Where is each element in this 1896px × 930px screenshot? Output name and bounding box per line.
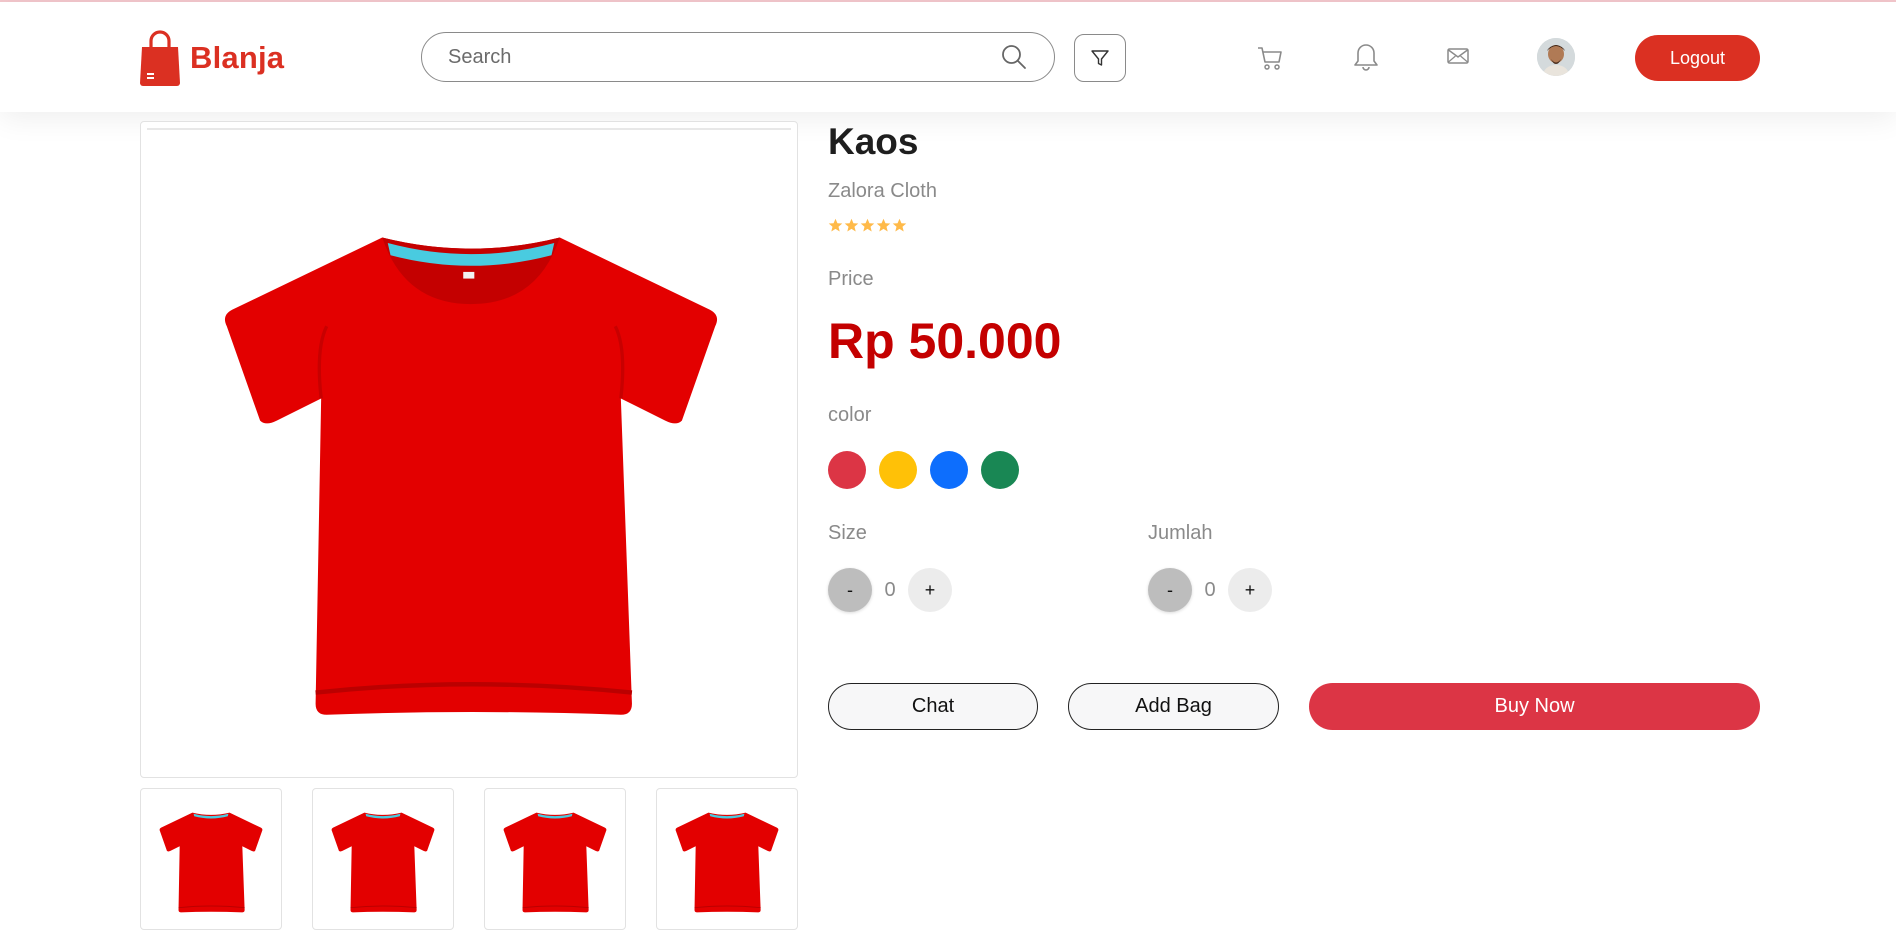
logout-button[interactable]: Logout <box>1635 35 1760 81</box>
color-swatches <box>828 451 1019 489</box>
avatar[interactable] <box>1537 38 1575 76</box>
star-icon <box>828 218 843 232</box>
image-top-divider <box>147 128 791 130</box>
price-label: Price <box>828 268 874 290</box>
navbar: Blanja Search Logout <box>0 2 1896 112</box>
color-swatch-yellow[interactable] <box>879 451 917 489</box>
search-bar <box>421 32 1055 82</box>
size-decrement-button[interactable]: - <box>828 568 872 612</box>
shopping-bag-icon <box>140 30 180 86</box>
search-input[interactable] <box>448 45 1000 69</box>
tshirt-image <box>224 237 718 715</box>
size-label: Size <box>828 522 867 544</box>
cart-icon[interactable] <box>1256 44 1284 72</box>
brand-name: Blanja <box>190 40 285 75</box>
bell-icon[interactable] <box>1353 42 1379 72</box>
thumbnail-4[interactable] <box>656 788 798 930</box>
price-value: Rp 50.000 <box>828 313 1062 369</box>
star-icon <box>876 218 891 232</box>
thumbnail-1[interactable] <box>140 788 282 930</box>
color-swatch-red[interactable] <box>828 451 866 489</box>
quantity-value: 0 <box>1204 578 1216 601</box>
quantity-stepper: - 0 + <box>1148 568 1272 612</box>
buy-now-button[interactable]: Buy Now <box>1309 683 1760 730</box>
filter-icon <box>1091 50 1109 66</box>
brand-logo[interactable]: Blanja <box>138 29 284 87</box>
size-increment-button[interactable]: + <box>908 568 952 612</box>
quantity-increment-button[interactable]: + <box>1228 568 1272 612</box>
thumbnail-2[interactable] <box>312 788 454 930</box>
filter-button[interactable] <box>1074 34 1126 82</box>
product-title: Kaos <box>828 121 919 162</box>
size-stepper: - 0 + <box>828 568 952 612</box>
quantity-decrement-button[interactable]: - <box>1148 568 1192 612</box>
mail-icon[interactable] <box>1446 46 1470 66</box>
star-icon <box>844 218 859 232</box>
quantity-label: Jumlah <box>1148 522 1213 544</box>
color-label: color <box>828 404 872 426</box>
thumbnail-strip <box>140 788 798 930</box>
product-brand: Zalora Cloth <box>828 180 937 202</box>
thumbnail-3[interactable] <box>484 788 626 930</box>
color-swatch-blue[interactable] <box>930 451 968 489</box>
star-icon <box>892 218 907 232</box>
main-product-image <box>140 121 798 778</box>
add-bag-button[interactable]: Add Bag <box>1068 683 1279 730</box>
star-icon <box>860 218 875 232</box>
search-icon[interactable] <box>1000 43 1028 71</box>
size-value: 0 <box>884 578 896 601</box>
chat-button[interactable]: Chat <box>828 683 1038 730</box>
color-swatch-green[interactable] <box>981 451 1019 489</box>
rating-stars <box>828 218 907 233</box>
